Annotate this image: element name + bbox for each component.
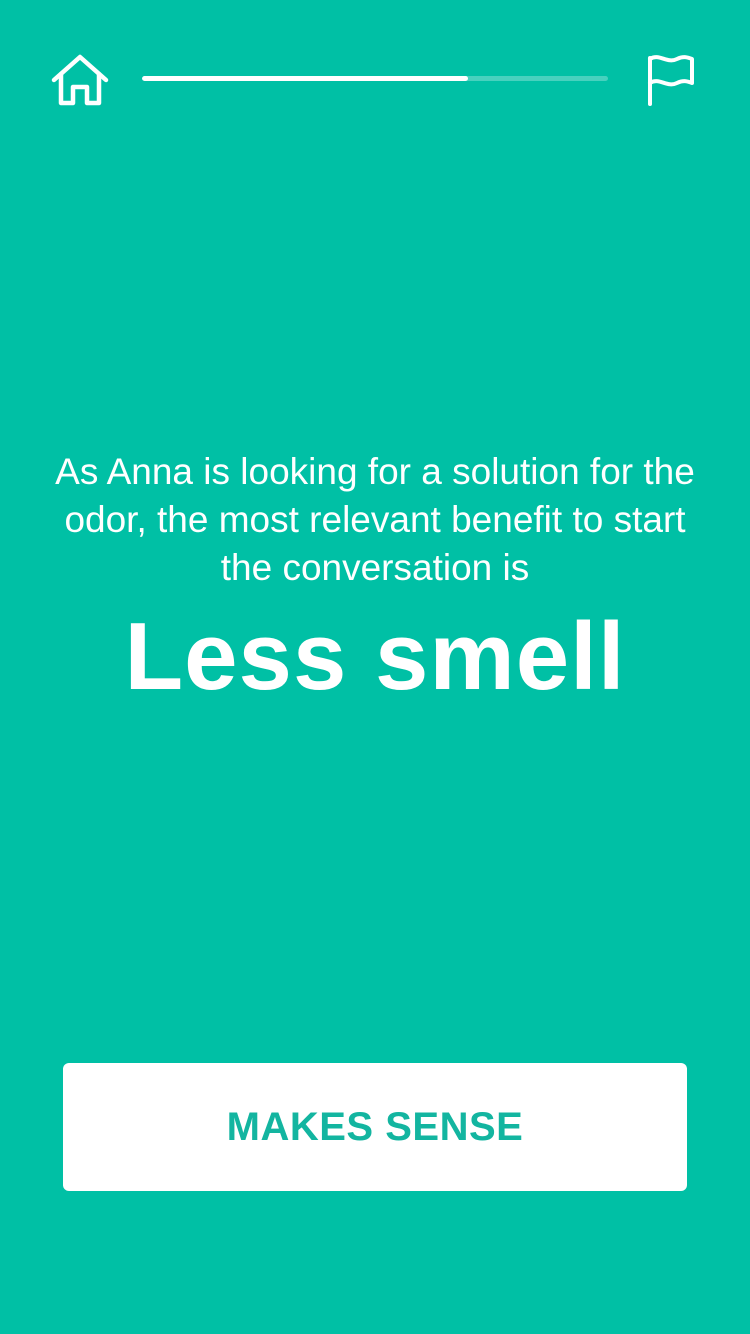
home-icon bbox=[51, 54, 109, 106]
progress-bar bbox=[142, 76, 608, 81]
home-button[interactable] bbox=[50, 52, 110, 108]
message-block: As Anna is looking for a solution for th… bbox=[40, 448, 710, 712]
makes-sense-button[interactable]: MAKES SENSE bbox=[63, 1063, 687, 1191]
top-bar bbox=[0, 0, 750, 160]
headline: Less smell bbox=[124, 603, 626, 710]
progress-fill bbox=[142, 76, 469, 81]
flag-icon bbox=[648, 55, 694, 106]
lead-text: As Anna is looking for a solution for th… bbox=[55, 451, 695, 588]
flag-button[interactable] bbox=[645, 52, 697, 108]
